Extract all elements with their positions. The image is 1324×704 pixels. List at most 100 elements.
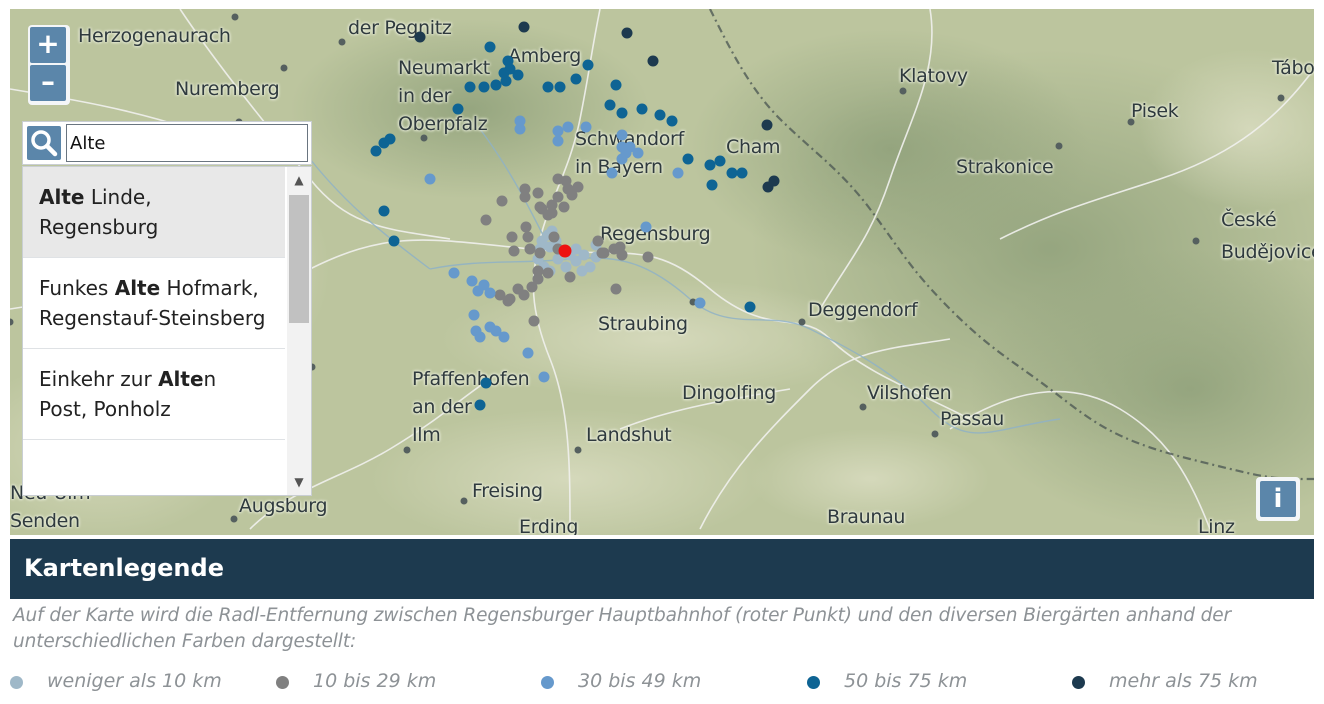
beer-garden-marker[interactable] — [484, 41, 496, 53]
beer-garden-marker[interactable] — [514, 115, 526, 127]
beer-garden-marker[interactable] — [504, 63, 516, 75]
beer-garden-marker[interactable] — [682, 153, 694, 165]
zoom-out-button[interactable]: – — [30, 65, 66, 101]
beer-garden-marker[interactable] — [558, 201, 570, 213]
scroll-up-arrow-icon[interactable]: ▲ — [289, 169, 309, 191]
beer-garden-marker[interactable] — [542, 81, 554, 93]
beer-garden-marker[interactable] — [647, 55, 659, 67]
beer-garden-marker[interactable] — [378, 205, 390, 217]
beer-garden-marker[interactable] — [714, 155, 726, 167]
beer-garden-marker[interactable] — [484, 287, 496, 299]
beer-garden-marker[interactable] — [552, 135, 564, 147]
scrollbar[interactable]: ▲ ▼ — [287, 167, 311, 495]
beer-garden-marker[interactable] — [524, 243, 536, 255]
suggestion-item[interactable]: Funkes Alte Hofmark, Regenstauf-Steinsbe… — [23, 258, 285, 349]
beer-garden-marker[interactable] — [464, 81, 476, 93]
beer-garden-marker[interactable] — [522, 231, 534, 243]
beer-garden-marker[interactable] — [636, 103, 648, 115]
beer-garden-marker[interactable] — [498, 331, 510, 343]
beer-garden-marker[interactable] — [542, 267, 554, 279]
beer-garden-marker[interactable] — [384, 133, 396, 145]
beer-garden-marker[interactable] — [560, 261, 572, 273]
beer-garden-marker[interactable] — [580, 121, 592, 133]
beer-garden-marker[interactable] — [468, 309, 480, 321]
beer-garden-marker[interactable] — [744, 301, 756, 313]
beer-garden-marker[interactable] — [606, 167, 618, 179]
beer-garden-marker[interactable] — [666, 115, 678, 127]
beer-garden-marker[interactable] — [448, 267, 460, 279]
station-marker[interactable] — [558, 244, 572, 258]
beer-garden-marker[interactable] — [512, 283, 524, 295]
suggestion-item[interactable]: Alte Linde, Regensburg — [23, 167, 285, 258]
beer-garden-marker[interactable] — [546, 207, 558, 219]
beer-garden-marker[interactable] — [562, 121, 574, 133]
beer-garden-marker[interactable] — [566, 189, 578, 201]
beer-garden-marker[interactable] — [466, 275, 478, 287]
search-button[interactable] — [27, 126, 61, 160]
beer-garden-marker[interactable] — [576, 265, 588, 277]
beer-garden-marker[interactable] — [761, 119, 773, 131]
beer-garden-marker[interactable] — [604, 99, 616, 111]
beer-garden-marker[interactable] — [480, 214, 492, 226]
beer-garden-marker[interactable] — [726, 167, 738, 179]
beer-garden-marker[interactable] — [610, 283, 622, 295]
beer-garden-marker[interactable] — [474, 331, 486, 343]
beer-garden-marker[interactable] — [490, 79, 502, 91]
beer-garden-marker[interactable] — [496, 195, 508, 207]
beer-garden-marker[interactable] — [610, 79, 622, 91]
beer-garden-marker[interactable] — [598, 247, 610, 259]
beer-garden-marker[interactable] — [654, 109, 666, 121]
beer-garden-marker[interactable] — [642, 251, 654, 263]
beer-garden-marker[interactable] — [564, 271, 576, 283]
legend-swatch — [276, 676, 289, 689]
beer-garden-marker[interactable] — [570, 73, 582, 85]
search-input[interactable] — [66, 124, 308, 162]
beer-garden-marker[interactable] — [480, 377, 492, 389]
scroll-thumb[interactable] — [289, 195, 309, 323]
beer-garden-marker[interactable] — [538, 371, 550, 383]
beer-garden-marker[interactable] — [424, 173, 436, 185]
beer-garden-marker[interactable] — [736, 167, 748, 179]
zoom-in-button[interactable]: + — [30, 27, 66, 63]
beer-garden-marker[interactable] — [632, 147, 644, 159]
scroll-down-arrow-icon[interactable]: ▼ — [289, 471, 309, 493]
beer-garden-marker[interactable] — [478, 81, 490, 93]
beer-garden-marker[interactable] — [452, 103, 464, 115]
beer-garden-marker[interactable] — [616, 249, 628, 261]
beer-garden-marker[interactable] — [582, 59, 594, 71]
beer-garden-marker[interactable] — [536, 203, 548, 215]
beer-garden-marker[interactable] — [616, 107, 628, 119]
beer-garden-marker[interactable] — [768, 175, 780, 187]
beer-garden-marker[interactable] — [528, 315, 540, 327]
beer-garden-marker[interactable] — [518, 21, 530, 33]
beer-garden-marker[interactable] — [526, 281, 538, 293]
beer-garden-marker[interactable] — [388, 235, 400, 247]
beer-garden-marker[interactable] — [621, 27, 633, 39]
beer-garden-marker[interactable] — [532, 187, 544, 199]
beer-garden-marker[interactable] — [500, 75, 512, 87]
beer-garden-marker[interactable] — [640, 221, 652, 233]
beer-garden-marker[interactable] — [474, 399, 486, 411]
beer-garden-marker[interactable] — [414, 31, 426, 43]
beer-garden-marker[interactable] — [706, 179, 718, 191]
beer-garden-marker[interactable] — [534, 247, 546, 259]
beer-garden-marker[interactable] — [520, 221, 532, 233]
beer-garden-marker[interactable] — [548, 231, 560, 243]
beer-garden-marker[interactable] — [672, 167, 684, 179]
beer-garden-marker[interactable] — [616, 129, 628, 141]
beer-garden-marker[interactable] — [370, 145, 382, 157]
suggestion-item[interactable]: Einkehr zur Alten Post, Ponholz — [23, 349, 285, 440]
beer-garden-marker[interactable] — [704, 159, 716, 171]
legend-swatch — [1072, 676, 1085, 689]
beer-garden-marker[interactable] — [508, 245, 520, 257]
beer-garden-marker[interactable] — [506, 231, 518, 243]
beer-garden-marker[interactable] — [694, 297, 706, 309]
beer-garden-marker[interactable] — [502, 295, 514, 307]
beer-garden-marker[interactable] — [552, 125, 564, 137]
beer-garden-marker[interactable] — [554, 81, 566, 93]
beer-garden-marker[interactable] — [519, 191, 531, 203]
beer-garden-marker[interactable] — [522, 347, 534, 359]
info-button[interactable]: i — [1256, 477, 1300, 521]
search-suggestions[interactable]: Alte Linde, Regensburg Funkes Alte Hofmar… — [22, 166, 312, 496]
beer-garden-marker[interactable] — [592, 235, 604, 247]
